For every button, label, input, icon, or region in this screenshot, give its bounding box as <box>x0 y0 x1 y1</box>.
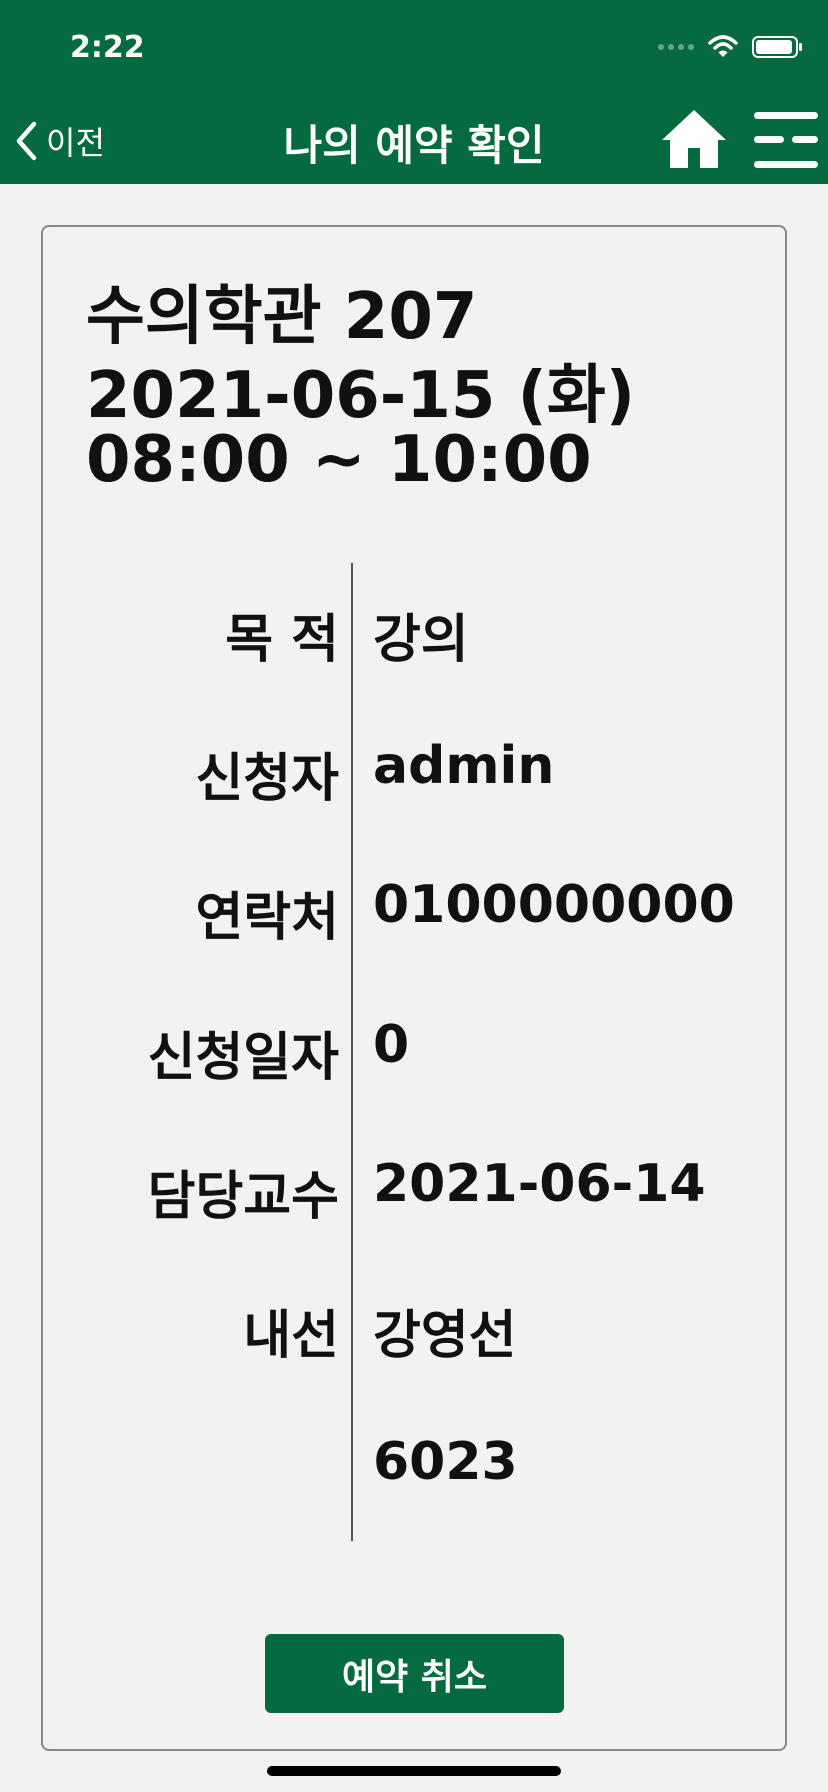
extension-number-value: 6023 <box>373 1432 518 1492</box>
battery-icon <box>752 36 802 58</box>
apply-date-value: 0 <box>373 1015 410 1075</box>
cancel-reservation-button[interactable]: 예약 취소 <box>265 1634 564 1713</box>
home-icon <box>662 110 726 168</box>
menu-button[interactable] <box>752 110 820 172</box>
contact-value: 0100000000 <box>373 875 735 935</box>
home-button[interactable] <box>660 104 728 172</box>
app-header: 2:22 이전 나의 예약 확인 <box>0 0 828 184</box>
purpose-value: 강의 <box>373 610 469 670</box>
extension-label: 내선 <box>243 1306 339 1366</box>
professor-value: 2021-06-14 <box>373 1154 706 1214</box>
wifi-icon <box>708 35 738 57</box>
reservation-time: 08:00 ~ 10:00 <box>86 423 592 497</box>
menu-icon <box>754 112 818 168</box>
purpose-label: 목 적 <box>225 610 339 670</box>
contact-label: 연락처 <box>195 888 339 948</box>
cellular-signal-icon <box>658 44 694 50</box>
column-divider <box>351 563 353 1541</box>
status-time: 2:22 <box>70 30 145 65</box>
apply-date-label: 신청일자 <box>147 1028 339 1088</box>
home-indicator[interactable] <box>267 1766 561 1776</box>
status-indicators <box>658 32 802 62</box>
extension-value: 강영선 <box>373 1306 517 1366</box>
applicant-label: 신청자 <box>195 749 339 809</box>
battery-level <box>756 40 792 54</box>
reservation-card: 수의학관 207 2021-06-15 (화) 08:00 ~ 10:00 목 … <box>41 225 787 1751</box>
professor-label: 담당교수 <box>147 1167 339 1227</box>
applicant-value: admin <box>373 736 555 796</box>
